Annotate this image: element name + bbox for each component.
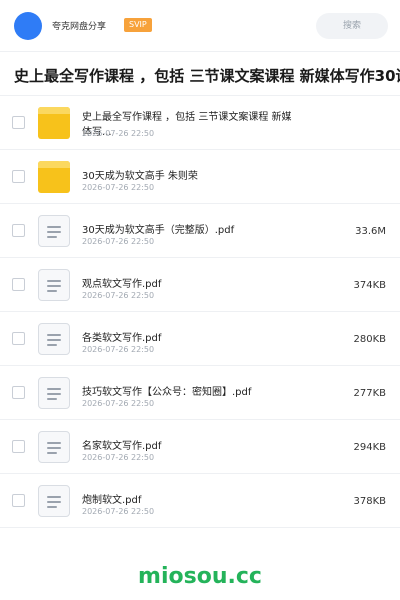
list-item[interactable]: 炮制软文.pdf 2026-07-26 22:50 378KB (0, 474, 400, 528)
share-username: 夸克网盘分享 (52, 22, 107, 32)
app-header: 夸克网盘分享 SVIP 搜索 (0, 0, 400, 52)
select-checkbox[interactable] (12, 116, 25, 129)
file-date: 2026-07-26 22:50 (82, 291, 155, 300)
file-size: 33.6M (355, 226, 386, 237)
file-date: 2026-07-26 22:50 (82, 399, 155, 408)
file-name[interactable]: 炮制软文.pdf (82, 491, 141, 506)
select-checkbox[interactable] (12, 386, 25, 399)
file-date: 2026-07-26 22:50 (82, 507, 155, 516)
list-item[interactable]: 30天成为软文高手 朱则荣 2026-07-26 22:50 (0, 150, 400, 204)
document-icon (38, 215, 70, 247)
select-checkbox[interactable] (12, 278, 25, 291)
file-name[interactable]: 名家软文写作.pdf (82, 437, 161, 452)
select-checkbox[interactable] (12, 224, 25, 237)
file-size: 378KB (353, 496, 386, 507)
file-name[interactable]: 30天成为软文高手 朱则荣 (82, 167, 198, 182)
file-size: 374KB (353, 280, 386, 291)
file-name[interactable]: 各类软文写作.pdf (82, 329, 161, 344)
document-icon (38, 269, 70, 301)
share-title-bar: 史上最全写作课程 ，包括 三节课文案课程 新媒体写作30讲 (0, 52, 400, 96)
document-icon (38, 323, 70, 355)
folder-icon (38, 161, 70, 193)
file-name[interactable]: 技巧软文写作【公众号：密知圈】.pdf (82, 383, 251, 398)
file-date: 2026-07-26 22:50 (82, 345, 155, 354)
document-icon (38, 485, 70, 517)
file-size: 280KB (353, 334, 386, 345)
search-input[interactable]: 搜索 (316, 13, 388, 39)
file-date: 2026-07-26 22:50 (82, 183, 155, 192)
list-item[interactable]: 史上最全写作课程 ，包括 三节课文案课程 新媒体写... 2026-07-26 … (0, 96, 400, 150)
file-size: 277KB (353, 388, 386, 399)
file-date: 2026-07-26 22:50 (82, 129, 155, 138)
file-size: 294KB (353, 442, 386, 453)
file-list: 史上最全写作课程 ，包括 三节课文案课程 新媒体写... 2026-07-26 … (0, 96, 400, 528)
select-checkbox[interactable] (12, 170, 25, 183)
select-checkbox[interactable] (12, 332, 25, 345)
avatar[interactable] (14, 12, 42, 40)
file-name[interactable]: 观点软文写作.pdf (82, 275, 161, 290)
select-checkbox[interactable] (12, 494, 25, 507)
file-name[interactable]: 30天成为软文高手（完整版）.pdf (82, 221, 234, 236)
file-date: 2026-07-26 22:50 (82, 453, 155, 462)
list-item[interactable]: 各类软文写作.pdf 2026-07-26 22:50 280KB (0, 312, 400, 366)
watermark: miosou.cc (138, 564, 262, 589)
page-title: 史上最全写作课程 ，包括 三节课文案课程 新媒体写作30讲 (14, 67, 400, 85)
file-date: 2026-07-26 22:50 (82, 237, 155, 246)
svip-badge: SVIP (124, 18, 152, 32)
document-icon (38, 377, 70, 409)
list-item[interactable]: 30天成为软文高手（完整版）.pdf 2026-07-26 22:50 33.6… (0, 204, 400, 258)
document-icon (38, 431, 70, 463)
list-item[interactable]: 技巧软文写作【公众号：密知圈】.pdf 2026-07-26 22:50 277… (0, 366, 400, 420)
folder-icon (38, 107, 70, 139)
select-checkbox[interactable] (12, 440, 25, 453)
list-item[interactable]: 名家软文写作.pdf 2026-07-26 22:50 294KB (0, 420, 400, 474)
list-item[interactable]: 观点软文写作.pdf 2026-07-26 22:50 374KB (0, 258, 400, 312)
